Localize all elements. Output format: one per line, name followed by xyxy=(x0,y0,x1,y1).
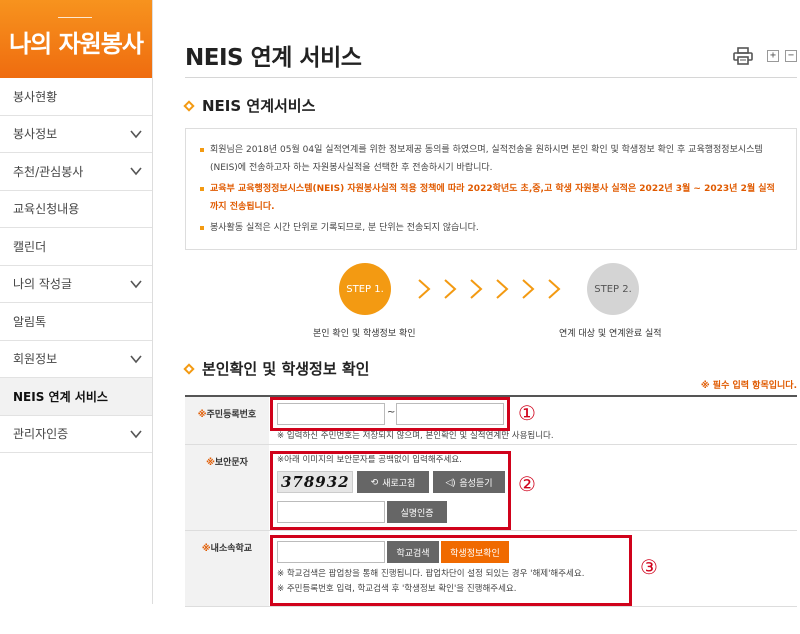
step2-label: 연계 대상 및 연계완료 실적 xyxy=(559,329,662,339)
sidebar-item-1[interactable]: 봉사현황 xyxy=(0,78,152,116)
chevron-right-icon xyxy=(444,279,457,299)
sidebar-item-label: 교육신청내용 xyxy=(13,202,80,217)
sidebar-header: 나의 자원봉사 xyxy=(0,0,152,78)
chevron-down-icon xyxy=(130,430,142,438)
chevron-down-icon xyxy=(130,355,142,363)
chevron-right-icon xyxy=(496,279,509,299)
section-title: 본인확인 및 학생정보 확인 xyxy=(202,360,370,378)
sidebar-item-8[interactable]: 회원정보 xyxy=(0,340,152,378)
notice-policy: 교육부 교육행정정보시스템(NEIS) 자원봉사실적 적용 정책에 따라 202… xyxy=(200,180,782,216)
print-icon[interactable] xyxy=(733,47,753,65)
title-divider xyxy=(185,77,797,78)
sidebar: 나의 자원봉사 봉사현황봉사정보추천/관심봉사교육신청내용캘린더나의 작성글알림… xyxy=(0,0,153,604)
sidebar-item-4[interactable]: 교육신청내용 xyxy=(0,190,152,228)
sidebar-item-9[interactable]: NEIS 연계 서비스 xyxy=(0,378,152,416)
rrn-help: ※ 입력하신 주민번호는 저장되지 않으며, 본인확인 및 실적연계만 사용됩니… xyxy=(277,431,554,441)
captcha-label: ※보안문자 xyxy=(185,445,269,530)
highlight-box-1 xyxy=(270,397,510,431)
step-arrows xyxy=(417,276,561,302)
zoom-in-button[interactable]: + xyxy=(767,50,779,62)
sidebar-item-6[interactable]: 나의 작성글 xyxy=(0,265,152,303)
sidebar-title: 나의 자원봉사 xyxy=(9,30,144,58)
sidebar-item-3[interactable]: 추천/관심봉사 xyxy=(0,153,152,191)
section-neis-heading: NEIS 연계서비스 xyxy=(183,95,316,116)
sidebar-item-label: 추천/관심봉사 xyxy=(13,164,84,179)
sidebar-item-label: 봉사정보 xyxy=(13,127,58,142)
rrn-label: ※주민등록번호 xyxy=(185,397,269,444)
sidebar-header-divider xyxy=(58,17,92,18)
highlight-box-3 xyxy=(270,535,632,606)
section-verify-heading: 본인확인 및 학생정보 확인 xyxy=(183,358,370,379)
sidebar-item-7[interactable]: 알림톡 xyxy=(0,303,152,341)
notice-box: 회원님은 2018년 05월 04일 실적연계를 위한 정보제공 동의를 하였으… xyxy=(185,128,797,250)
sidebar-item-label: 봉사현황 xyxy=(13,89,58,104)
annotation-3: ③ xyxy=(640,555,658,579)
school-label: ※내소속학교 xyxy=(185,531,269,606)
diamond-bullet-icon xyxy=(183,362,195,375)
page-title: NEIS 연계 서비스 xyxy=(185,45,362,71)
step1-label: 본인 확인 및 학생정보 확인 xyxy=(313,329,416,339)
sidebar-item-label: 캘린더 xyxy=(13,239,47,254)
sidebar-item-label: NEIS 연계 서비스 xyxy=(13,389,108,404)
sidebar-item-label: 나의 작성글 xyxy=(13,277,73,292)
highlight-box-2 xyxy=(270,451,511,530)
chevron-down-icon xyxy=(130,130,142,138)
section-title: NEIS 연계서비스 xyxy=(202,97,316,115)
step2-circle: STEP 2. xyxy=(587,263,639,315)
chevron-down-icon xyxy=(130,280,142,288)
sidebar-item-label: 회원정보 xyxy=(13,352,58,367)
step1-circle: STEP 1. xyxy=(339,263,391,315)
sidebar-menu: 봉사현황봉사정보추천/관심봉사교육신청내용캘린더나의 작성글알림톡회원정보 NEI… xyxy=(0,78,152,453)
sidebar-item-label: 알림톡 xyxy=(13,314,47,329)
annotation-1: ① xyxy=(518,401,536,425)
sidebar-item-10[interactable]: 관리자인증 xyxy=(0,415,152,453)
required-note: ※ 필수 입력 항목입니다. xyxy=(700,381,797,391)
sidebar-item-5[interactable]: 캘린더 xyxy=(0,228,152,266)
sidebar-item-2[interactable]: 봉사정보 xyxy=(0,115,152,153)
notice-consent: 회원님은 2018년 05월 04일 실적연계를 위한 정보제공 동의를 하였으… xyxy=(200,141,782,177)
chevron-right-icon xyxy=(522,279,535,299)
page-tools: + − xyxy=(733,47,797,65)
sidebar-item-label: 관리자인증 xyxy=(13,427,69,442)
zoom-out-button[interactable]: − xyxy=(785,50,797,62)
chevron-right-icon xyxy=(548,279,561,299)
chevron-right-icon xyxy=(418,279,431,299)
diamond-bullet-icon xyxy=(183,99,195,112)
chevron-right-icon xyxy=(470,279,483,299)
notice-time-unit: 봉사활동 실적은 시간 단위로 기록되므로, 분 단위는 전송되지 않습니다. xyxy=(200,219,782,237)
chevron-down-icon xyxy=(130,167,142,176)
annotation-2: ② xyxy=(518,472,536,496)
